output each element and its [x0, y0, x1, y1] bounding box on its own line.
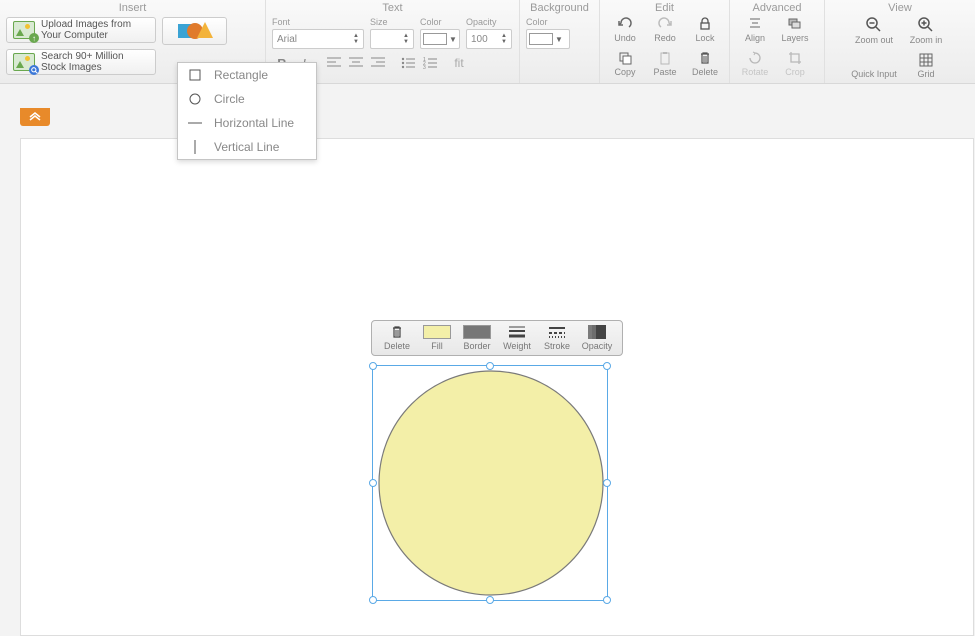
- search-stock-button[interactable]: Search 90+ Million Stock Images: [6, 49, 156, 75]
- handle-se[interactable]: [603, 596, 611, 604]
- rotate-button[interactable]: Rotate: [736, 51, 774, 77]
- handle-e[interactable]: [603, 479, 611, 487]
- section-advanced: Advanced Align Layers Rotate Crop: [730, 0, 825, 83]
- upload-images-label: Upload Images from Your Computer: [41, 19, 149, 41]
- crop-button[interactable]: Crop: [776, 51, 814, 77]
- bullet-list-button[interactable]: [398, 53, 418, 73]
- font-value: Arial: [277, 34, 297, 45]
- section-view: View Zoom out Zoom in Quick Input Grid: [825, 0, 975, 83]
- section-title-advanced: Advanced: [730, 0, 824, 17]
- vline-icon: [188, 140, 202, 154]
- ctx-fill-button[interactable]: Fill: [418, 325, 456, 351]
- upload-badge-icon: ↑: [29, 33, 39, 43]
- copy-button[interactable]: Copy: [606, 51, 644, 77]
- search-stock-label: Search 90+ Million Stock Images: [41, 51, 149, 73]
- align-button[interactable]: Align: [736, 17, 774, 43]
- selection-box: [372, 365, 608, 601]
- svg-text:3: 3: [423, 65, 426, 69]
- layers-button[interactable]: Layers: [776, 17, 814, 43]
- bg-color-label: Color: [526, 17, 570, 27]
- ctx-delete-button[interactable]: Delete: [378, 325, 416, 351]
- border-swatch: [463, 325, 491, 339]
- zoom-out-button[interactable]: Zoom out: [849, 17, 899, 45]
- text-opacity-label: Opacity: [466, 17, 512, 27]
- collapse-toolbar-button[interactable]: [20, 108, 50, 126]
- shapes-dropdown-button[interactable]: [162, 17, 227, 45]
- numbered-list-button[interactable]: 123: [420, 53, 440, 73]
- ctx-stroke-button[interactable]: Stroke: [538, 325, 576, 351]
- text-color-label: Color: [420, 17, 460, 27]
- upload-images-button[interactable]: ↑ Upload Images from Your Computer: [6, 17, 156, 43]
- shape-option-circle[interactable]: Circle: [178, 87, 316, 111]
- align-left-button[interactable]: [324, 53, 344, 73]
- bg-color-picker[interactable]: ▼: [526, 29, 570, 49]
- shape-option-vline[interactable]: Vertical Line: [178, 135, 316, 159]
- undo-button[interactable]: Undo: [606, 17, 644, 43]
- size-label: Size: [370, 17, 414, 27]
- ctx-weight-button[interactable]: Weight: [498, 325, 536, 351]
- ctx-opacity-button[interactable]: Opacity: [578, 325, 616, 351]
- text-color-picker[interactable]: ▼: [420, 29, 460, 49]
- handle-s[interactable]: [486, 596, 494, 604]
- size-select[interactable]: ▲▼: [370, 29, 414, 49]
- handle-ne[interactable]: [603, 362, 611, 370]
- shapes-icon: [178, 22, 212, 40]
- shape-option-rectangle[interactable]: Rectangle: [178, 63, 316, 87]
- fill-swatch: [423, 325, 451, 339]
- font-label: Font: [272, 17, 364, 27]
- handle-sw[interactable]: [369, 596, 377, 604]
- shapes-dropdown-menu: Rectangle Circle Horizontal Line Vertica…: [177, 62, 317, 160]
- paste-button[interactable]: Paste: [646, 51, 684, 77]
- main-toolbar: Insert ↑ Upload Images from Your Compute…: [0, 0, 975, 84]
- circle-icon: [188, 92, 202, 106]
- section-title-edit: Edit: [600, 0, 729, 17]
- fit-text-button[interactable]: fit: [446, 53, 472, 73]
- section-title-background: Background: [520, 0, 599, 17]
- handle-nw[interactable]: [369, 362, 377, 370]
- align-right-button[interactable]: [368, 53, 388, 73]
- section-title-insert: Insert: [0, 0, 265, 17]
- grid-button[interactable]: Grid: [901, 53, 951, 79]
- handle-n[interactable]: [486, 362, 494, 370]
- handle-w[interactable]: [369, 479, 377, 487]
- canvas[interactable]: Delete Fill Border Weight Stroke Opacity: [20, 138, 974, 636]
- rectangle-icon: [188, 68, 202, 82]
- lock-button[interactable]: Lock: [686, 17, 724, 43]
- chevron-up-icon: [28, 112, 42, 122]
- delete-button[interactable]: Delete: [686, 51, 724, 77]
- quick-input-button[interactable]: Quick Input: [849, 53, 899, 79]
- shape-context-toolbar: Delete Fill Border Weight Stroke Opacity: [371, 320, 623, 356]
- text-opacity-value: 100: [471, 34, 488, 45]
- shape-option-hline[interactable]: Horizontal Line: [178, 111, 316, 135]
- section-edit: Edit Undo Redo Lock Copy Paste Delete: [600, 0, 730, 83]
- font-select[interactable]: Arial▲▼: [272, 29, 364, 49]
- ctx-border-button[interactable]: Border: [458, 325, 496, 351]
- section-background: Background Color ▼: [520, 0, 600, 83]
- redo-button[interactable]: Redo: [646, 17, 684, 43]
- hline-icon: [188, 116, 202, 130]
- zoom-in-button[interactable]: Zoom in: [901, 17, 951, 45]
- align-center-button[interactable]: [346, 53, 366, 73]
- section-title-text: Text: [266, 0, 519, 17]
- section-title-view: View: [825, 0, 975, 17]
- text-opacity-input[interactable]: 100▲▼: [466, 29, 512, 49]
- search-badge-icon: [29, 65, 39, 75]
